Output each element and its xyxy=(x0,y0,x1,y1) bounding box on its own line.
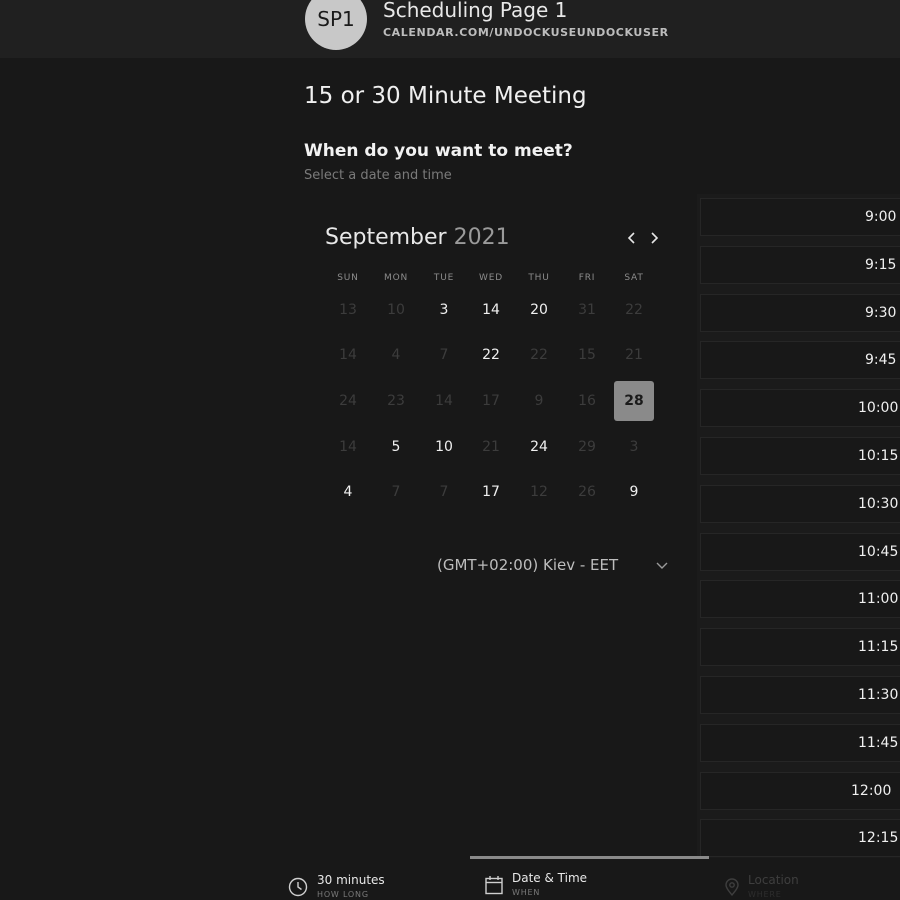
calendar-day[interactable]: 17 xyxy=(471,472,511,512)
calendar-day[interactable]: 4 xyxy=(328,472,368,512)
calendar-day: 13 xyxy=(339,302,357,318)
calendar-day[interactable]: 22 xyxy=(471,335,511,375)
calendar-day: 4 xyxy=(391,347,401,363)
time-slot-label: 10:30 / xyxy=(858,495,900,512)
calendar-day: 15 xyxy=(578,347,596,363)
weekday-label: FRI xyxy=(578,273,596,283)
time-slot-label: 11:30 / xyxy=(858,687,900,703)
time-slot-button[interactable]: 11:45 / xyxy=(700,723,900,762)
scheduling-page-name: Scheduling Page 1 xyxy=(383,0,568,22)
time-slot-button[interactable]: 9:00 / xyxy=(700,198,900,236)
step-duration-label: 30 minutes xyxy=(317,873,385,887)
location-pin-icon xyxy=(725,878,739,897)
time-slot-button[interactable]: 9:15 / xyxy=(700,245,900,284)
time-slot-label: 10:45 / xyxy=(858,543,900,560)
chevron-right-icon[interactable] xyxy=(646,229,662,247)
calendar-day: 17 xyxy=(482,393,500,409)
time-slot-label: 9:45 A xyxy=(865,352,900,369)
calendar-day: 14 xyxy=(339,347,357,363)
calendar-day[interactable]: 10 xyxy=(424,427,464,467)
time-slot-button[interactable]: 10:00 / xyxy=(700,389,900,428)
active-step-indicator xyxy=(470,856,709,859)
weekday-label: TUE xyxy=(433,273,455,283)
time-slot-button[interactable]: 12:00 xyxy=(700,771,900,810)
chevron-left-icon[interactable] xyxy=(624,229,640,247)
time-slot-button[interactable]: 9:45 A xyxy=(700,341,900,380)
time-slot-label: 9:30 A xyxy=(865,304,900,321)
time-slot-button[interactable]: 9:30 A xyxy=(700,293,900,332)
calendar-day: 12 xyxy=(530,484,548,500)
calendar-day: 14 xyxy=(435,393,453,409)
calendar-day: 23 xyxy=(387,393,405,409)
time-slot-button[interactable]: 12:15 / xyxy=(700,819,900,858)
time-slot-button[interactable]: 11:30 / xyxy=(700,676,900,714)
calendar-day: 9 xyxy=(534,393,544,409)
year-label: 2021 xyxy=(453,225,510,250)
time-slot-button[interactable]: 11:15 / xyxy=(700,628,900,667)
time-slot-button[interactable]: 10:15 / xyxy=(700,437,900,475)
calendar-day: 7 xyxy=(439,347,449,363)
calendar-day[interactable]: 24 xyxy=(519,427,559,467)
calendar-day: 22 xyxy=(530,347,548,363)
step-location-label: Location xyxy=(748,873,799,887)
time-slot-label: 11:15 / xyxy=(858,639,900,656)
time-slot-label: 10:00 / xyxy=(858,400,900,417)
calendar-day: 31 xyxy=(578,302,596,318)
weekday-label: MON xyxy=(384,273,408,283)
calendar-day: 3 xyxy=(629,439,639,455)
scheduling-page-url[interactable]: CALENDAR.COM/UNDOCKUSEUNDOCKUSER xyxy=(383,26,669,39)
time-slot-label: 12:00 xyxy=(851,782,892,799)
time-slot-label: 11:00 / xyxy=(858,591,900,608)
calendar-day: 22 xyxy=(625,302,643,318)
calendar-day: 7 xyxy=(439,484,449,500)
time-slot-label: 12:15 / xyxy=(858,830,900,847)
weekday-label: THU xyxy=(528,273,550,283)
calendar-day: 26 xyxy=(578,484,596,500)
weekday-label: SAT xyxy=(624,273,644,283)
time-slot-label: 10:15 / xyxy=(858,448,900,464)
timezone-select[interactable]: (GMT+02:00) Kiev - EET xyxy=(437,556,618,574)
month-name: September xyxy=(325,225,447,250)
calendar-day[interactable]: 9 xyxy=(614,472,654,512)
calendar-day: 24 xyxy=(339,393,357,409)
calendar-day: 21 xyxy=(482,439,500,455)
step-duration-sub: HOW LONG xyxy=(317,890,369,899)
calendar-day: 14 xyxy=(339,439,357,455)
calendar-day: 7 xyxy=(391,484,401,500)
time-slot-button[interactable]: 11:00 / xyxy=(700,580,900,619)
calendar-month-title: September 2021 xyxy=(325,225,510,250)
clock-icon xyxy=(288,877,308,897)
time-slot-button[interactable]: 10:30 / xyxy=(700,484,900,523)
calendar-day[interactable]: 3 xyxy=(424,290,464,330)
time-slot-label: 11:45 / xyxy=(858,734,900,751)
calendar-day[interactable]: 14 xyxy=(471,290,511,330)
calendar-icon xyxy=(485,876,503,895)
weekday-label: SUN xyxy=(337,273,359,283)
calendar-day[interactable]: 20 xyxy=(519,290,559,330)
avatar-initials: SP1 xyxy=(317,7,355,31)
calendar-day[interactable]: 5 xyxy=(376,427,416,467)
step-date-time-label: Date & Time xyxy=(512,871,588,885)
weekday-label: WED xyxy=(479,273,503,283)
calendar-day: 29 xyxy=(578,439,596,455)
meeting-title: 15 or 30 Minute Meeting xyxy=(304,83,587,109)
time-slot-label: 9:00 / xyxy=(865,209,900,225)
section-heading: When do you want to meet? xyxy=(304,141,573,161)
time-slot-label: 9:15 / xyxy=(865,256,900,273)
calendar-day-selected[interactable]: 28 xyxy=(614,381,654,421)
chevron-down-icon[interactable] xyxy=(655,560,669,572)
calendar-day: 16 xyxy=(578,393,596,409)
step-location-sub: WHERE xyxy=(748,890,782,899)
calendar-day: 21 xyxy=(625,347,643,363)
calendar-day: 10 xyxy=(387,302,405,318)
time-slot-button[interactable]: 10:45 / xyxy=(700,532,900,571)
section-hint: Select a date and time xyxy=(304,168,452,183)
step-date-time-sub: WHEN xyxy=(512,888,541,897)
